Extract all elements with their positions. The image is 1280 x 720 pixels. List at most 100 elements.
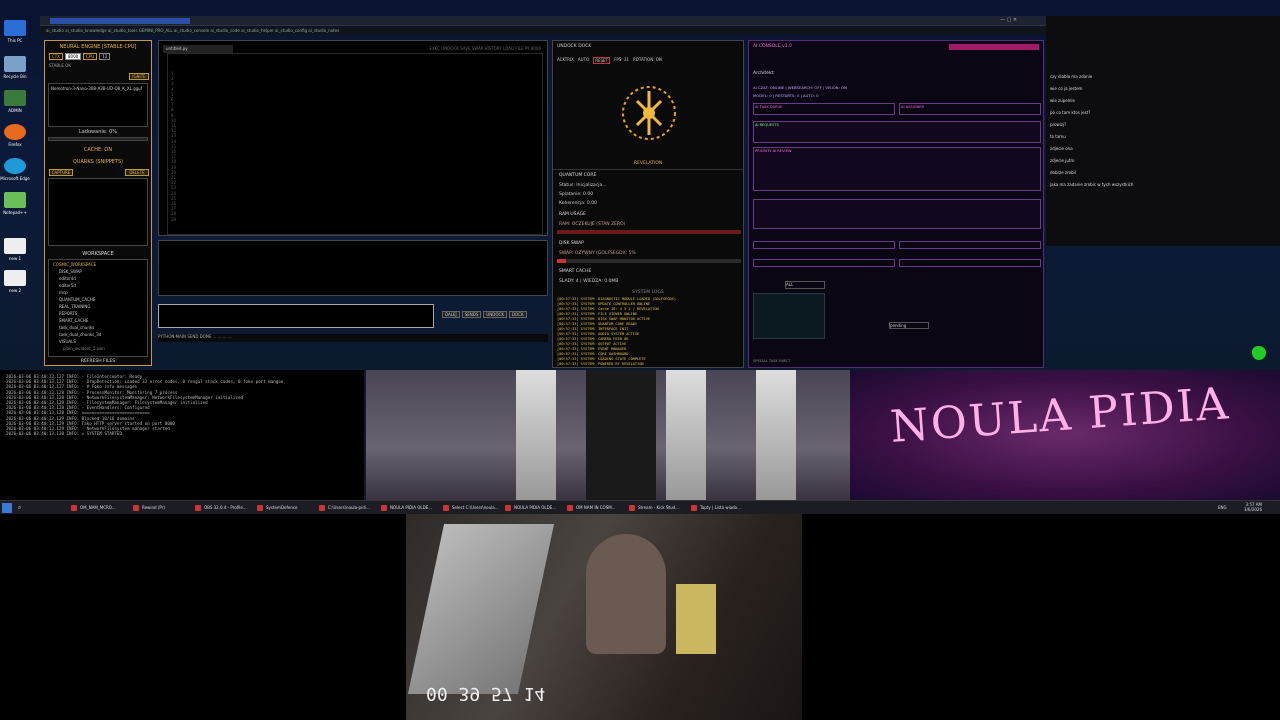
green-chat-icon[interactable] [1252, 346, 1266, 360]
input-b[interactable] [899, 241, 1041, 249]
filter-select[interactable]: ALL [785, 281, 825, 289]
file-icon[interactable] [4, 238, 26, 254]
tree-item[interactable]: editor5d [59, 283, 76, 288]
tree-item[interactable]: REPORTS [59, 311, 77, 316]
figure-leg [756, 370, 796, 500]
notepad-icon[interactable] [4, 192, 26, 208]
acktrix-toggle[interactable]: ACKTRIX [557, 57, 574, 64]
review-box[interactable]: PRIORITY AI REVIEW [753, 147, 1041, 191]
inject-box[interactable] [753, 199, 1041, 229]
tree-item[interactable]: mcp [59, 290, 68, 295]
bookmarks-bar[interactable]: ai_studio ai_studio_knowledge ai_studio_… [40, 27, 1048, 35]
ram-bar [557, 230, 741, 234]
status-select[interactable]: pending [889, 322, 929, 329]
capture-button[interactable]: CAPTURE [49, 169, 73, 176]
tree-item[interactable]: DISK_SWAP [59, 269, 82, 274]
ctx-value[interactable]: 8000 [64, 53, 82, 60]
quantum-panel: UNDOCK DOCK ACKTRIX AUTO RESET FPS: 31 R… [552, 40, 744, 368]
clock[interactable]: 3:57 AM 3/6/2026 [1232, 502, 1262, 512]
tree-item[interactable]: task_dual_chunks_3d [59, 332, 101, 337]
assigner-box[interactable]: AI ASSIGNER [899, 103, 1041, 115]
ignite-button[interactable]: IGNITE [129, 73, 149, 80]
search-icon[interactable]: ⌕ [18, 504, 21, 512]
tab-untitled[interactable]: untitled.py [163, 45, 233, 53]
taskbar-item[interactable]: OM_NAM_MCRO... [70, 503, 130, 513]
hud-footer: SPECIAL TASK INJECT [753, 359, 791, 363]
file-icon[interactable] [4, 270, 26, 286]
language-indicator[interactable]: ENG [1218, 505, 1227, 510]
taskbar-item[interactable]: SystemDefence [256, 503, 316, 513]
input-c[interactable] [753, 259, 895, 267]
undock-button[interactable]: UNDOCK [483, 311, 507, 318]
log-line: [00:57:33] SYSTEM: POWERED BY REVELATION [557, 362, 644, 366]
tree-item[interactable]: REAL_TRAINING [59, 304, 91, 309]
desktop-icon-label: Notepad++ [3, 210, 27, 215]
taskbar: ⌕ OM_NAM_MCRO... Rewind (Pr) OBS 32.0.4 - … [0, 500, 1280, 514]
tab-ctx[interactable]: CTX [49, 53, 63, 60]
chat-message: prowizj? [1050, 122, 1067, 127]
taskbar-item[interactable]: NOULA PIDIA OLDE... [504, 503, 564, 513]
log-line: [00:57:33] SYSTEM: DISK SWAP MONITOR ACT… [557, 317, 651, 321]
loading-label: Ladowanie: 0% [78, 129, 118, 135]
tree-root[interactable]: COSMIC_WORKSPACE [53, 262, 96, 267]
requests-box[interactable]: AI REQUESTS [753, 121, 1041, 143]
taskbar-item[interactable]: Select C:\Users\noula... [442, 503, 502, 513]
start-icon[interactable] [2, 503, 12, 513]
this-pc-icon[interactable] [4, 20, 26, 36]
line-number: 13 [171, 133, 177, 139]
tree-item[interactable]: task_dual_chunks [59, 325, 94, 330]
system-logs: [00:57:33] SYSTEM: DIAGNOSTIC MODULE LOA… [553, 297, 743, 367]
banner-video: NOULA PIDIA [850, 370, 1280, 500]
tree-item[interactable]: QUANTUM_CACHE [59, 297, 95, 302]
tab-cpu[interactable]: CPU [83, 53, 98, 60]
taskbar-item[interactable]: Stream - Kick Stud... [628, 503, 688, 513]
dalej-button[interactable]: DALEJ [442, 311, 460, 318]
cpu-value[interactable]: 12 [99, 53, 111, 60]
refresh-files-button[interactable]: REFRESH FILES [45, 359, 151, 364]
quarks-list[interactable] [48, 178, 148, 246]
window-controls[interactable]: — ▢ ✕ [1000, 17, 1017, 23]
window-light [676, 584, 716, 654]
tree-item[interactable]: plain_incident_1.json [63, 346, 105, 351]
tree-item[interactable]: editor4d [59, 276, 76, 281]
banner-text: NOULA PIDIA [888, 378, 1232, 453]
recycle-bin-icon[interactable] [4, 56, 26, 72]
active-tab[interactable] [50, 18, 190, 24]
taskbar-item[interactable]: Tapty | Lista wiado... [690, 503, 750, 513]
console-toolbar[interactable] [949, 44, 1039, 50]
terminal-line: 2026-03-06 03:40:13,130 INFO: = SYSTEM S… [6, 431, 122, 437]
desktop-icon-label: This PC [7, 38, 23, 43]
editor-toolbar[interactable]: EXEC UNDOCK SAVE SWAP HISTORY LOAD FILE … [429, 46, 541, 51]
person-figure [586, 534, 666, 654]
firefox-icon[interactable] [4, 124, 26, 140]
taskbar-item[interactable]: C:\Users\noula-pidi... [318, 503, 378, 513]
taskbar-item[interactable]: NOULA PIDIA OLDE... [380, 503, 440, 513]
rotation-readout: ROTATION: ON [632, 57, 662, 62]
admin-icon[interactable] [4, 90, 26, 106]
reset-button[interactable]: RESET [593, 57, 611, 64]
log-line: [00:57:33] SYSTEM: DIAGNOSTIC MODULE LOA… [557, 297, 676, 301]
dock-button[interactable]: DOCK [508, 311, 527, 318]
workspace-tree[interactable]: COSMIC_WORKSPACE DISK_SWAP editor4d edit… [48, 259, 148, 357]
code-textarea[interactable] [183, 69, 539, 229]
log-line: [00:57:33] SYSTEM: QUANTUM CORE READY [557, 322, 638, 326]
model-name: Nemotron-3-Nano-30B-A3B-UD-Q8_K_XL.gguf [51, 86, 143, 91]
auto-toggle[interactable]: AUTO [578, 57, 589, 64]
tree-item[interactable]: SMART_CACHE [59, 318, 88, 323]
sends-button[interactable]: SENDS [461, 311, 482, 318]
delete-button[interactable]: DELETE [125, 169, 149, 176]
taskbar-item[interactable]: OBS 32.0.4 - Profile... [194, 503, 254, 513]
taskbar-item[interactable]: OM NAM IN COSM... [566, 503, 626, 513]
tree-item[interactable]: VISUALS [59, 339, 76, 344]
input-a[interactable] [753, 241, 895, 249]
taskbar-item[interactable]: Rewind (Pr) [132, 503, 192, 513]
log-line: [00:57:33] SYSTEM: OUTPUT ACTIVE [557, 342, 627, 346]
edge-icon[interactable] [4, 158, 26, 174]
dock-controls[interactable]: UNDOCK DOCK [557, 44, 591, 49]
neural-title: NEURAL ENGINE [STABLE-CPU] [59, 44, 137, 50]
task-queue-box[interactable]: AI TASK QUEUE [753, 103, 895, 115]
input-d[interactable] [899, 259, 1041, 267]
neural-status: STABLE OK [49, 63, 71, 68]
model-select[interactable]: Nemotron-3-Nano-30B-A3B-UD-Q8_K_XL.gguf [48, 83, 148, 127]
prompt-input[interactable] [158, 304, 434, 328]
